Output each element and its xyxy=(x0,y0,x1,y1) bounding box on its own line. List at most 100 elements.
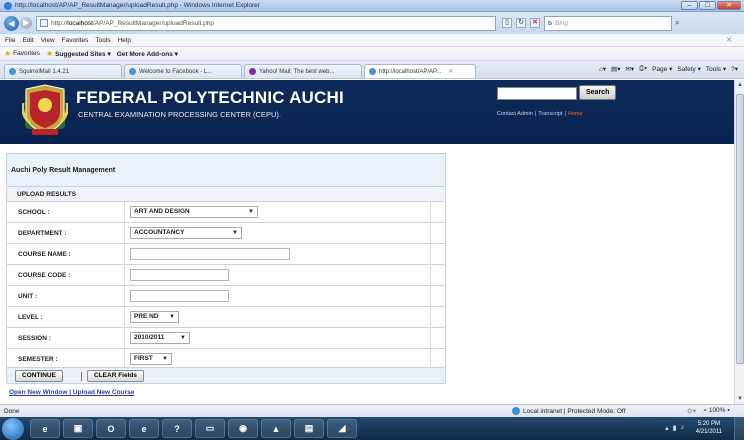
zone-text: Local intranet | Protected Mode: Off xyxy=(523,407,626,415)
bing-logo-icon: b xyxy=(548,19,552,27)
home-link[interactable]: Home xyxy=(568,111,583,117)
scroll-up-icon[interactable]: ▲ xyxy=(735,80,744,90)
menu-tools[interactable]: Tools xyxy=(95,37,110,44)
course-name-input[interactable] xyxy=(130,248,290,260)
chevron-down-icon: ▼ xyxy=(169,314,175,320)
ie-taskbar-icon[interactable]: e xyxy=(30,419,60,438)
department-select[interactable]: ACCOUNTANCY ▼ xyxy=(130,227,242,239)
school-select[interactable]: ART AND DESIGN ▼ xyxy=(130,206,258,218)
suggested-sites-link[interactable]: ★ Suggested Sites ▾ xyxy=(46,49,111,58)
level-select[interactable]: PRE ND ▼ xyxy=(130,311,179,323)
volume-icon[interactable]: ♪ xyxy=(681,424,685,432)
department-value: ACCOUNTANCY xyxy=(134,229,185,236)
top-links: Contact Admin | Transcript | Home xyxy=(497,111,583,117)
contact-admin-link[interactable]: Contact Admin xyxy=(497,111,533,117)
explorer-taskbar-icon[interactable]: ▣ xyxy=(63,419,93,438)
close-window-button[interactable]: ✕ xyxy=(717,1,741,10)
status-bar: Done Local intranet | Protected Mode: Of… xyxy=(0,404,744,417)
tab-favicon xyxy=(129,68,136,75)
safety-menu[interactable]: Safety ▾ xyxy=(677,65,701,73)
mail-icon[interactable]: ✉▾ xyxy=(625,65,634,73)
address-bar[interactable]: http://localhost/AP/AP_ResultManager/upl… xyxy=(36,15,496,31)
ie-logo-icon xyxy=(4,1,12,10)
favorites-bar: ★ Favorites ★ Suggested Sites ▾ Get More… xyxy=(0,47,744,61)
continue-button[interactable]: CONTINUE xyxy=(15,370,63,382)
monitor-taskbar-icon[interactable]: ▭ xyxy=(195,419,225,438)
page-icon xyxy=(40,19,48,27)
compatibility-icon[interactable]: ▯ xyxy=(502,18,512,28)
transcript-link[interactable]: Transcript xyxy=(538,111,562,117)
pdf-taskbar-icon[interactable]: ▲ xyxy=(261,419,291,438)
scroll-down-icon[interactable]: ▼ xyxy=(735,394,744,404)
search-icon[interactable]: ⌕ xyxy=(675,18,679,28)
vertical-scrollbar[interactable]: ▲ ▼ xyxy=(734,80,744,404)
command-bar: ⌂▾ ▤▾ ✉▾ ⎙▾ Page ▾ Safety ▾ Tools ▾ ?▾ xyxy=(599,65,738,73)
chevron-down-icon: ▼ xyxy=(248,209,254,215)
security-zone[interactable]: Local intranet | Protected Mode: Off xyxy=(512,407,625,415)
site-title: FEDERAL POLYTECHNIC AUCHI xyxy=(76,88,344,107)
clear-fields-button[interactable]: CLEAR Fields xyxy=(87,370,144,382)
start-button[interactable] xyxy=(2,417,24,440)
tab-localhost[interactable]: http://localhost/AP/AP... ✕ xyxy=(364,64,476,78)
session-select[interactable]: 2010/2011 ▼ xyxy=(130,332,190,344)
course-name-row: COURSE NAME : xyxy=(6,244,446,265)
semester-value: FIRST xyxy=(134,355,153,362)
system-tray: ▴ ▮ ♪ xyxy=(665,424,684,432)
print-icon[interactable]: ⎙▾ xyxy=(639,65,647,73)
tab-yahoo-mail[interactable]: Yahoo! Mail: The best web... xyxy=(244,64,362,78)
network-icon[interactable]: ▮ xyxy=(673,424,677,432)
url-prefix: http:// xyxy=(51,19,68,27)
paint-taskbar-icon[interactable]: ◢ xyxy=(327,419,357,438)
app-taskbar-icon[interactable]: ◉ xyxy=(228,419,258,438)
clock[interactable]: 5:20 PM 4/21/2011 xyxy=(696,420,722,436)
link-separator: | xyxy=(534,111,537,117)
show-desktop-button[interactable] xyxy=(734,417,744,440)
menu-help[interactable]: Help xyxy=(118,37,131,44)
course-code-label: COURSE CODE : xyxy=(18,272,71,279)
site-search-input[interactable] xyxy=(497,87,577,100)
back-button[interactable]: ◀ xyxy=(4,15,19,31)
menu-view[interactable]: View xyxy=(41,37,55,44)
unit-input[interactable] xyxy=(130,290,229,302)
stop-icon[interactable]: ✕ xyxy=(530,18,540,28)
home-icon[interactable]: ⌂▾ xyxy=(599,65,606,73)
menu-edit[interactable]: Edit xyxy=(22,37,33,44)
tab-squirrelmail[interactable]: SquirrelMail 1.4.21 xyxy=(4,64,122,78)
menu-favorites[interactable]: Favorites xyxy=(62,37,89,44)
scroll-thumb[interactable] xyxy=(736,94,744,364)
panel-title: Auchi Poly Result Management xyxy=(6,153,446,187)
tab-label: SquirrelMail 1.4.21 xyxy=(19,68,70,75)
close-menu-icon[interactable]: ✕ xyxy=(726,36,732,44)
semester-select[interactable]: FIRST ▼ xyxy=(130,353,172,365)
zoom-level[interactable]: ⌕ 100% ▾ xyxy=(703,407,730,415)
addons-link[interactable]: Get More Add-ons ▾ xyxy=(117,50,178,58)
tray-arrow-icon[interactable]: ▴ xyxy=(665,424,669,432)
maximize-button[interactable]: □ xyxy=(699,1,716,10)
favorites-button[interactable]: ★ Favorites xyxy=(4,49,40,58)
page-menu[interactable]: Page ▾ xyxy=(652,65,672,73)
school-row: SCHOOL : ART AND DESIGN ▼ xyxy=(6,202,446,223)
refresh-icon[interactable]: ↻ xyxy=(516,18,526,28)
tools-menu[interactable]: Tools ▾ xyxy=(706,65,726,73)
course-code-input[interactable] xyxy=(130,269,229,281)
forward-button[interactable]: ▶ xyxy=(20,17,32,29)
windows-taskbar: e ▣ O e ? ▭ ◉ ▲ ▤ ◢ ▴ ▮ ♪ 5:20 PM 4/21/2… xyxy=(0,417,744,440)
browser-taskbar-icon[interactable]: e xyxy=(129,419,159,438)
search-box[interactable]: b Bing xyxy=(544,15,672,31)
outlook-taskbar-icon[interactable]: O xyxy=(96,419,126,438)
tab-facebook[interactable]: Welcome to Facebook - L... xyxy=(124,64,242,78)
protected-mode-icon[interactable]: ⚙▾ xyxy=(687,407,696,415)
minimize-button[interactable]: – xyxy=(681,1,698,10)
level-value: PRE ND xyxy=(134,313,159,320)
close-tab-icon[interactable]: ✕ xyxy=(448,68,453,75)
notepad-taskbar-icon[interactable]: ▤ xyxy=(294,419,324,438)
tab-favicon xyxy=(249,68,256,75)
session-value: 2010/2011 xyxy=(134,334,165,341)
menu-file[interactable]: File xyxy=(5,37,15,44)
help-taskbar-icon[interactable]: ? xyxy=(162,419,192,438)
help-icon[interactable]: ?▾ xyxy=(731,65,738,73)
site-search-button[interactable]: Search xyxy=(579,85,617,100)
open-new-window-link[interactable]: Open New Window xyxy=(9,389,67,396)
upload-new-course-link[interactable]: Upload New Course xyxy=(73,389,134,396)
feeds-icon[interactable]: ▤▾ xyxy=(611,65,620,73)
